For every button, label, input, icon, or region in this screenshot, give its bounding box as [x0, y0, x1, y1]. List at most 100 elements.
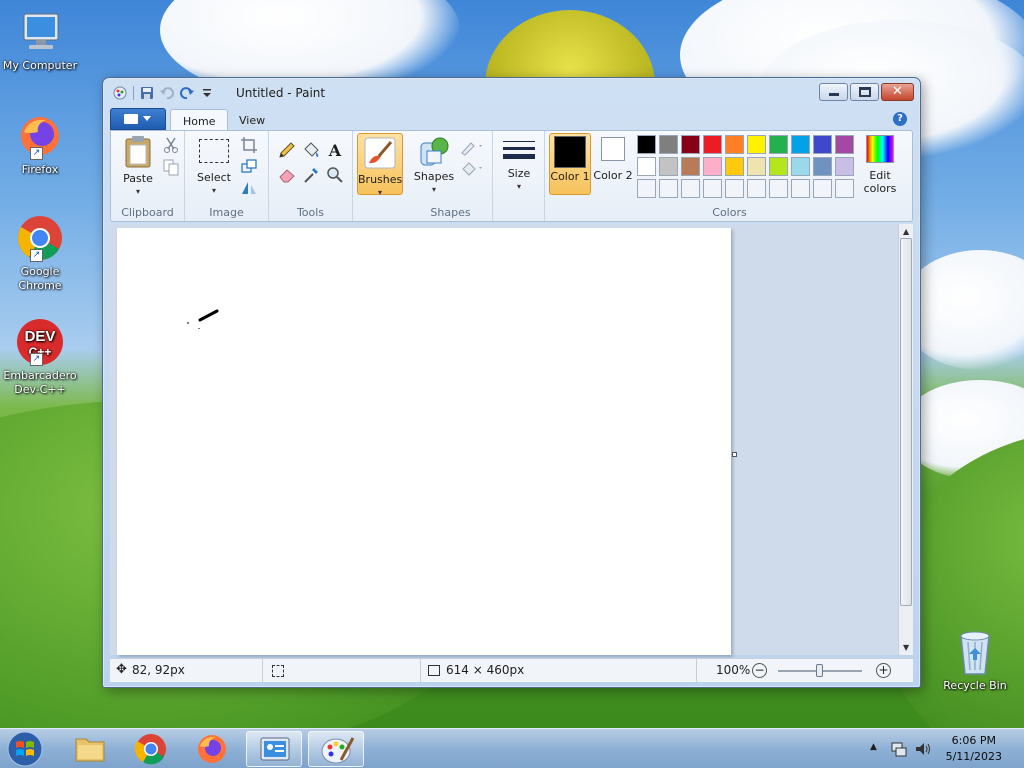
- maximize-button[interactable]: [850, 83, 879, 101]
- palette-swatch[interactable]: [769, 157, 788, 176]
- desktop-icon-chrome[interactable]: ↗ Google Chrome: [0, 214, 80, 293]
- brush-icon: [364, 137, 396, 169]
- minimize-button[interactable]: [819, 83, 848, 101]
- tab-view[interactable]: View: [227, 109, 277, 131]
- size-button[interactable]: Size ▾: [496, 135, 542, 193]
- resize-handle[interactable]: [732, 452, 737, 457]
- tab-home[interactable]: Home: [170, 109, 229, 131]
- paste-button[interactable]: Paste ▾: [115, 135, 161, 198]
- brushes-button[interactable]: Brushes ▾: [357, 133, 403, 197]
- customize-toolbar-icon[interactable]: [200, 86, 214, 100]
- zoom-slider-thumb[interactable]: [816, 664, 823, 677]
- edit-colors-button[interactable]: Edit colors: [855, 135, 905, 195]
- show-hidden-icons[interactable]: ▲: [870, 742, 877, 752]
- palette-swatch[interactable]: [659, 157, 678, 176]
- redo-icon[interactable]: [180, 86, 194, 100]
- volume-icon[interactable]: [914, 740, 932, 758]
- select-button[interactable]: Select ▾: [191, 135, 237, 197]
- fill-style-icon[interactable]: [459, 159, 485, 179]
- zoom-in-button[interactable]: +: [876, 663, 891, 678]
- cursor-position: 82, 92px: [132, 663, 185, 677]
- palette-swatch[interactable]: [637, 135, 656, 154]
- palette-empty-swatch[interactable]: [791, 179, 810, 198]
- canvas-size-icon: [428, 665, 440, 676]
- zoom-out-button[interactable]: −: [752, 663, 767, 678]
- drawing-canvas[interactable]: [117, 228, 731, 655]
- desktop-icon-recycle-bin[interactable]: Recycle Bin: [935, 630, 1015, 693]
- help-icon[interactable]: ?: [893, 112, 907, 126]
- folder-icon: [75, 738, 105, 762]
- system-clock[interactable]: 6:06 PM 5/11/2023: [946, 733, 1002, 765]
- close-button[interactable]: ✕: [881, 83, 914, 101]
- palette-swatch[interactable]: [747, 135, 766, 154]
- start-button[interactable]: [6, 730, 46, 768]
- cut-icon[interactable]: [161, 135, 181, 155]
- palette-swatch[interactable]: [637, 157, 656, 176]
- svg-text:A: A: [328, 141, 342, 160]
- palette-empty-swatch[interactable]: [813, 179, 832, 198]
- palette-empty-swatch[interactable]: [835, 179, 854, 198]
- palette-empty-swatch[interactable]: [659, 179, 678, 198]
- palette-swatch[interactable]: [791, 135, 810, 154]
- scroll-up-icon[interactable]: ▲: [903, 227, 909, 236]
- ribbon-tabs: Home View ?: [110, 108, 915, 131]
- palette-swatch[interactable]: [703, 135, 722, 154]
- fill-icon[interactable]: [301, 140, 321, 160]
- taskbar-chrome[interactable]: [123, 731, 179, 767]
- group-label: Shapes: [430, 206, 471, 219]
- scrollbar-thumb[interactable]: [900, 238, 912, 606]
- palette-swatch[interactable]: [681, 135, 700, 154]
- shapes-icon: [420, 137, 449, 166]
- palette-empty-swatch[interactable]: [747, 179, 766, 198]
- title-bar[interactable]: Untitled - Paint ✕: [103, 78, 920, 108]
- chevron-down-icon: [143, 116, 151, 121]
- palette-empty-swatch[interactable]: [703, 179, 722, 198]
- taskbar-firefox[interactable]: [184, 731, 240, 767]
- vertical-scrollbar[interactable]: ▲ ▼: [898, 224, 913, 655]
- copy-icon[interactable]: [161, 157, 181, 177]
- palette-swatch[interactable]: [703, 157, 722, 176]
- network-icon[interactable]: [890, 740, 908, 758]
- windows-logo-icon: [7, 731, 43, 767]
- paint-app-icon[interactable]: [113, 86, 127, 100]
- palette-swatch[interactable]: [769, 135, 788, 154]
- save-icon[interactable]: [140, 86, 154, 100]
- rotate-icon[interactable]: [239, 177, 259, 197]
- resize-icon[interactable]: [239, 156, 259, 176]
- chevron-down-icon: ▾: [377, 188, 382, 197]
- palette-empty-swatch[interactable]: [637, 179, 656, 198]
- crop-icon[interactable]: [239, 135, 259, 155]
- undo-icon[interactable]: [160, 86, 174, 100]
- desktop-icon-my-computer[interactable]: My Computer: [0, 8, 80, 73]
- color-picker-icon[interactable]: [301, 165, 321, 185]
- palette-swatch[interactable]: [681, 157, 700, 176]
- shapes-button[interactable]: Shapes ▾: [411, 135, 457, 196]
- palette-empty-swatch[interactable]: [725, 179, 744, 198]
- palette-empty-swatch[interactable]: [769, 179, 788, 198]
- outline-icon[interactable]: [459, 137, 485, 157]
- color2-button[interactable]: Color 2: [593, 133, 633, 195]
- magnifier-icon[interactable]: [325, 165, 345, 185]
- pencil-icon[interactable]: [277, 140, 297, 160]
- scroll-down-icon[interactable]: ▼: [903, 643, 909, 652]
- palette-swatch[interactable]: [747, 157, 766, 176]
- palette-swatch[interactable]: [725, 135, 744, 154]
- desktop-icon-devcpp[interactable]: DEV C++ ↗ Embarcadero Dev-C++: [0, 318, 80, 397]
- palette-swatch[interactable]: [835, 135, 854, 154]
- text-icon[interactable]: A: [325, 140, 345, 160]
- palette-swatch[interactable]: [791, 157, 810, 176]
- palette-swatch[interactable]: [835, 157, 854, 176]
- color1-button[interactable]: Color 1: [549, 133, 591, 195]
- file-menu-button[interactable]: [110, 108, 166, 130]
- taskbar-control-panel[interactable]: [246, 731, 302, 767]
- palette-swatch[interactable]: [725, 157, 744, 176]
- palette-swatch[interactable]: [813, 135, 832, 154]
- taskbar-paint[interactable]: [308, 731, 364, 767]
- canvas-workspace: ▲ ▼: [110, 224, 913, 655]
- desktop-icon-firefox[interactable]: ↗ Firefox: [0, 112, 80, 177]
- palette-swatch[interactable]: [659, 135, 678, 154]
- palette-swatch[interactable]: [813, 157, 832, 176]
- taskbar-explorer[interactable]: [62, 731, 118, 767]
- palette-empty-swatch[interactable]: [681, 179, 700, 198]
- eraser-icon[interactable]: [277, 165, 297, 185]
